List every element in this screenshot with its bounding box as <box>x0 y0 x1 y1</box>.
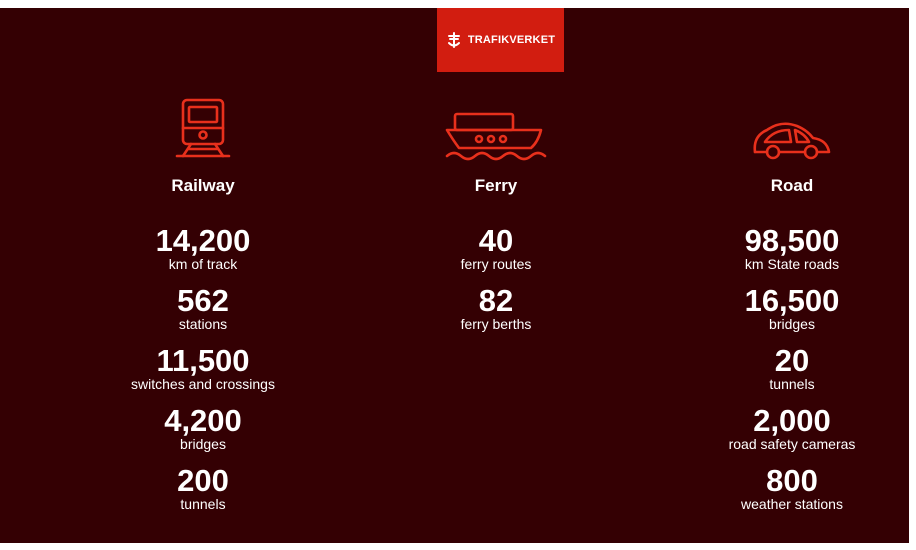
stat-value: 98,500 <box>744 223 840 258</box>
stat-label: bridges <box>769 316 815 332</box>
logo-text: TRAFIKVERKET <box>467 34 556 46</box>
stat-label: km of track <box>168 256 238 272</box>
stat-item: 20 tunnels <box>662 345 909 392</box>
stat-value: 562 <box>177 283 229 318</box>
trafikverket-logo-icon <box>447 32 460 48</box>
stat-value: 11,500 <box>156 343 250 378</box>
car-icon <box>753 122 831 160</box>
stat-item: 40 ferry routes <box>366 225 626 272</box>
stat-value: 4,200 <box>164 403 242 438</box>
stat-item: 2,000 road safety cameras <box>662 405 909 452</box>
stat-value: 82 <box>478 283 514 318</box>
stat-value: 20 <box>774 343 810 378</box>
trafikverket-logo: TRAFIKVERKET <box>437 8 564 72</box>
stat-item: 11,500 switches and crossings <box>73 345 333 392</box>
train-icon <box>175 98 231 158</box>
stat-item: 98,500 km State roads <box>662 225 909 272</box>
stat-item: 200 tunnels <box>73 465 333 512</box>
stat-label: km State roads <box>744 256 840 272</box>
stat-item: 562 stations <box>73 285 333 332</box>
stat-label: switches and crossings <box>131 376 275 392</box>
stat-label: ferry routes <box>460 256 532 272</box>
stat-item: 82 ferry berths <box>366 285 626 332</box>
stat-label: weather stations <box>741 496 843 512</box>
stat-label: tunnels <box>180 496 226 512</box>
road-heading: Road <box>770 176 814 195</box>
stat-label: bridges <box>180 436 226 452</box>
infographic-slide: TRAFIKVERKET Railway 14,200 km of track … <box>0 8 909 543</box>
stat-item: 14,200 km of track <box>73 225 333 272</box>
ferry-icon <box>445 112 547 161</box>
stat-label: tunnels <box>769 376 815 392</box>
stat-value: 40 <box>478 223 514 258</box>
stat-label: stations <box>178 316 228 332</box>
stat-value: 14,200 <box>155 223 251 258</box>
stat-label: road safety cameras <box>728 436 856 452</box>
ferry-heading: Ferry <box>474 176 518 195</box>
stat-item: 4,200 bridges <box>73 405 333 452</box>
stat-value: 200 <box>177 463 229 498</box>
stat-value: 16,500 <box>744 283 840 318</box>
railway-heading: Railway <box>171 176 235 195</box>
stat-label: ferry berths <box>460 316 532 332</box>
stat-item: 16,500 bridges <box>662 285 909 332</box>
stat-value: 2,000 <box>753 403 831 438</box>
stat-value: 800 <box>766 463 818 498</box>
stat-item: 800 weather stations <box>662 465 909 512</box>
